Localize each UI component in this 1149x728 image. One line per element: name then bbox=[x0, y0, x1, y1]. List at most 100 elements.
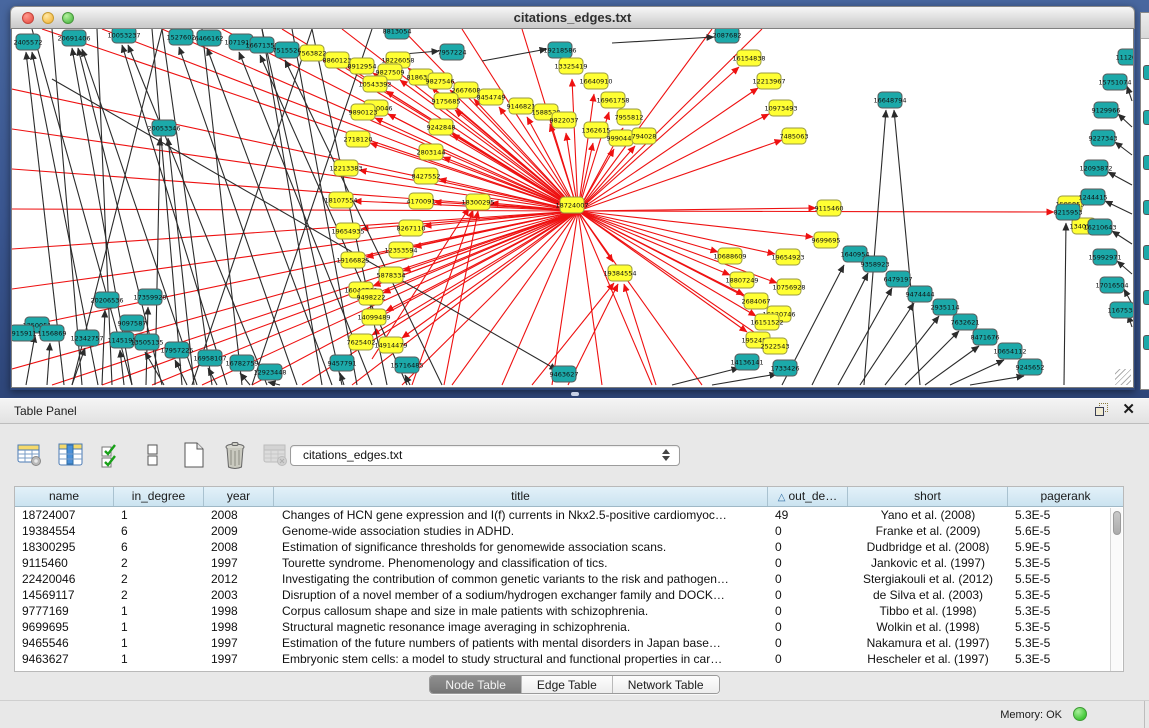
graph-edge[interactable] bbox=[552, 211, 578, 385]
table-row[interactable]: 1938455462009Genome-wide association stu… bbox=[15, 523, 1123, 539]
table-row[interactable]: 1830029562008Estimation of significance … bbox=[15, 539, 1123, 555]
minimize-window-button[interactable] bbox=[42, 12, 54, 24]
table-cell: Tibbo et al. (1998) bbox=[848, 603, 1008, 619]
graph-edge[interactable] bbox=[1127, 86, 1132, 101]
graph-node[interactable] bbox=[1143, 290, 1149, 305]
graph-edge[interactable] bbox=[47, 343, 50, 385]
column-header-name[interactable]: name bbox=[15, 487, 114, 506]
column-header-year[interactable]: year bbox=[204, 487, 274, 506]
graph-edge[interactable] bbox=[1115, 142, 1132, 155]
table-mode-icon[interactable] bbox=[137, 439, 169, 471]
table-row[interactable]: 969969511998Structural magnetic resonanc… bbox=[15, 619, 1123, 635]
tab-node-table[interactable]: Node Table bbox=[430, 676, 522, 693]
graph-edge[interactable] bbox=[482, 49, 547, 61]
graph-edge[interactable] bbox=[1117, 261, 1132, 274]
graph-edge[interactable] bbox=[812, 273, 868, 385]
graph-edge[interactable] bbox=[102, 310, 105, 385]
graph-node-label: 17359928 bbox=[133, 294, 166, 302]
graph-node-label: 13505135 bbox=[130, 339, 163, 347]
table-panel-header: Table Panel ✕ bbox=[0, 398, 1149, 424]
column-header-short[interactable]: short bbox=[848, 487, 1008, 506]
graph-edge[interactable] bbox=[26, 335, 35, 385]
close-window-button[interactable] bbox=[22, 12, 34, 24]
column-header-in_degree[interactable]: in_degree bbox=[114, 487, 204, 506]
table-row[interactable]: 911546021997Tourette syndrome. Phenomeno… bbox=[15, 555, 1123, 571]
graph-edge[interactable] bbox=[1108, 172, 1132, 185]
column-header-title[interactable]: title bbox=[274, 487, 768, 506]
table-row[interactable]: 946362711997Embryonic stem cells: a mode… bbox=[15, 651, 1123, 667]
graph-edge[interactable] bbox=[402, 211, 578, 385]
graph-edge[interactable] bbox=[412, 210, 473, 385]
graph-edge[interactable] bbox=[578, 211, 602, 385]
delete-table-disabled-icon bbox=[260, 439, 292, 471]
table-selector-dropdown[interactable]: citations_edges.txt bbox=[290, 445, 680, 466]
graph-edge[interactable] bbox=[925, 346, 979, 385]
graph-edge[interactable] bbox=[612, 37, 714, 43]
table-column-icon[interactable] bbox=[55, 439, 87, 471]
graph-edge[interactable] bbox=[905, 331, 959, 385]
graph-edge[interactable] bbox=[12, 209, 578, 211]
table-row[interactable]: 977716911998Corpus callosum shape and si… bbox=[15, 603, 1123, 619]
graph-edge[interactable] bbox=[864, 110, 886, 385]
tab-network-table[interactable]: Network Table bbox=[613, 676, 719, 693]
network-canvas-area[interactable]: 2405572206914061005323715276026466162107… bbox=[11, 29, 1134, 388]
table-row[interactable]: 2242004622012Investigating the contribut… bbox=[15, 571, 1123, 587]
table-cell: 1998 bbox=[204, 603, 274, 619]
table-row[interactable]: 1872400712008Changes of HCN gene express… bbox=[15, 507, 1123, 523]
table-row[interactable]: 946554611997Estimation of the future num… bbox=[15, 635, 1123, 651]
column-header-pagerank[interactable]: pagerank bbox=[1008, 487, 1123, 506]
tab-edge-table[interactable]: Edge Table bbox=[522, 676, 613, 693]
table-row[interactable]: 1456911722003Disruption of a novel membe… bbox=[15, 587, 1123, 603]
graph-edge[interactable] bbox=[1064, 223, 1066, 385]
graph-edge[interactable] bbox=[578, 29, 712, 211]
network-view-window[interactable]: citations_edges.txt 24055722069140610053… bbox=[10, 6, 1135, 390]
graph-edge[interactable] bbox=[162, 29, 212, 385]
graph-node-label: 12213967 bbox=[752, 78, 785, 86]
graph-edge[interactable] bbox=[1118, 114, 1132, 127]
graph-node[interactable] bbox=[1143, 200, 1149, 215]
graph-edge[interactable] bbox=[1105, 201, 1132, 214]
graph-edge[interactable] bbox=[970, 376, 1024, 385]
graph-edge[interactable] bbox=[894, 110, 920, 385]
network-window-titlebar[interactable]: citations_edges.txt bbox=[10, 6, 1135, 29]
graph-edge[interactable] bbox=[208, 368, 217, 385]
table-cell: 18300295 bbox=[15, 539, 114, 555]
graph-edge[interactable] bbox=[12, 211, 578, 329]
graph-edge[interactable] bbox=[712, 374, 777, 385]
delete-trash-icon[interactable] bbox=[219, 439, 251, 471]
graph-edge[interactable] bbox=[860, 303, 914, 385]
table-scrollbar[interactable] bbox=[1110, 508, 1122, 671]
scrollbar-thumb[interactable] bbox=[1113, 511, 1121, 535]
graph-node-label: 8454749 bbox=[477, 94, 506, 102]
graph-edge[interactable] bbox=[202, 29, 242, 385]
graph-edge[interactable] bbox=[885, 316, 939, 385]
close-panel-icon[interactable]: ✕ bbox=[1122, 402, 1135, 418]
float-panel-icon[interactable] bbox=[1094, 402, 1110, 418]
graph-node[interactable] bbox=[1143, 155, 1149, 170]
graph-node[interactable] bbox=[1143, 110, 1149, 125]
splitter-handle[interactable] bbox=[571, 392, 579, 396]
graph-edge[interactable] bbox=[52, 211, 578, 385]
graph-edge[interactable] bbox=[268, 382, 280, 385]
graph-edge[interactable] bbox=[1112, 231, 1132, 244]
dropdown-arrows-icon bbox=[662, 449, 670, 461]
graph-edge[interactable] bbox=[950, 360, 1004, 385]
graph-node[interactable] bbox=[1143, 65, 1149, 80]
new-table-icon[interactable] bbox=[178, 439, 210, 471]
graph-node[interactable] bbox=[1143, 335, 1149, 350]
network-canvas[interactable]: 2405572206914061005323715276026466162107… bbox=[12, 29, 1133, 386]
graph-node-label: 9129966 bbox=[1092, 107, 1121, 115]
graph-node[interactable] bbox=[1143, 245, 1149, 260]
graph-edge[interactable] bbox=[192, 29, 312, 385]
table-settings-icon[interactable] bbox=[14, 439, 46, 471]
column-header-out_de[interactable]: △out_de… bbox=[768, 487, 848, 506]
maximize-window-button[interactable] bbox=[62, 12, 74, 24]
graph-edge[interactable] bbox=[624, 284, 656, 385]
background-window-sliver[interactable] bbox=[1140, 12, 1149, 390]
graph-node-label: 7485063 bbox=[780, 133, 809, 141]
graph-node-label: 7632621 bbox=[951, 319, 980, 327]
graph-edge[interactable] bbox=[262, 29, 322, 385]
window-resize-grip[interactable] bbox=[1115, 369, 1131, 385]
graph-node-label: 9498222 bbox=[357, 294, 386, 302]
select-columns-icon[interactable] bbox=[96, 439, 128, 471]
